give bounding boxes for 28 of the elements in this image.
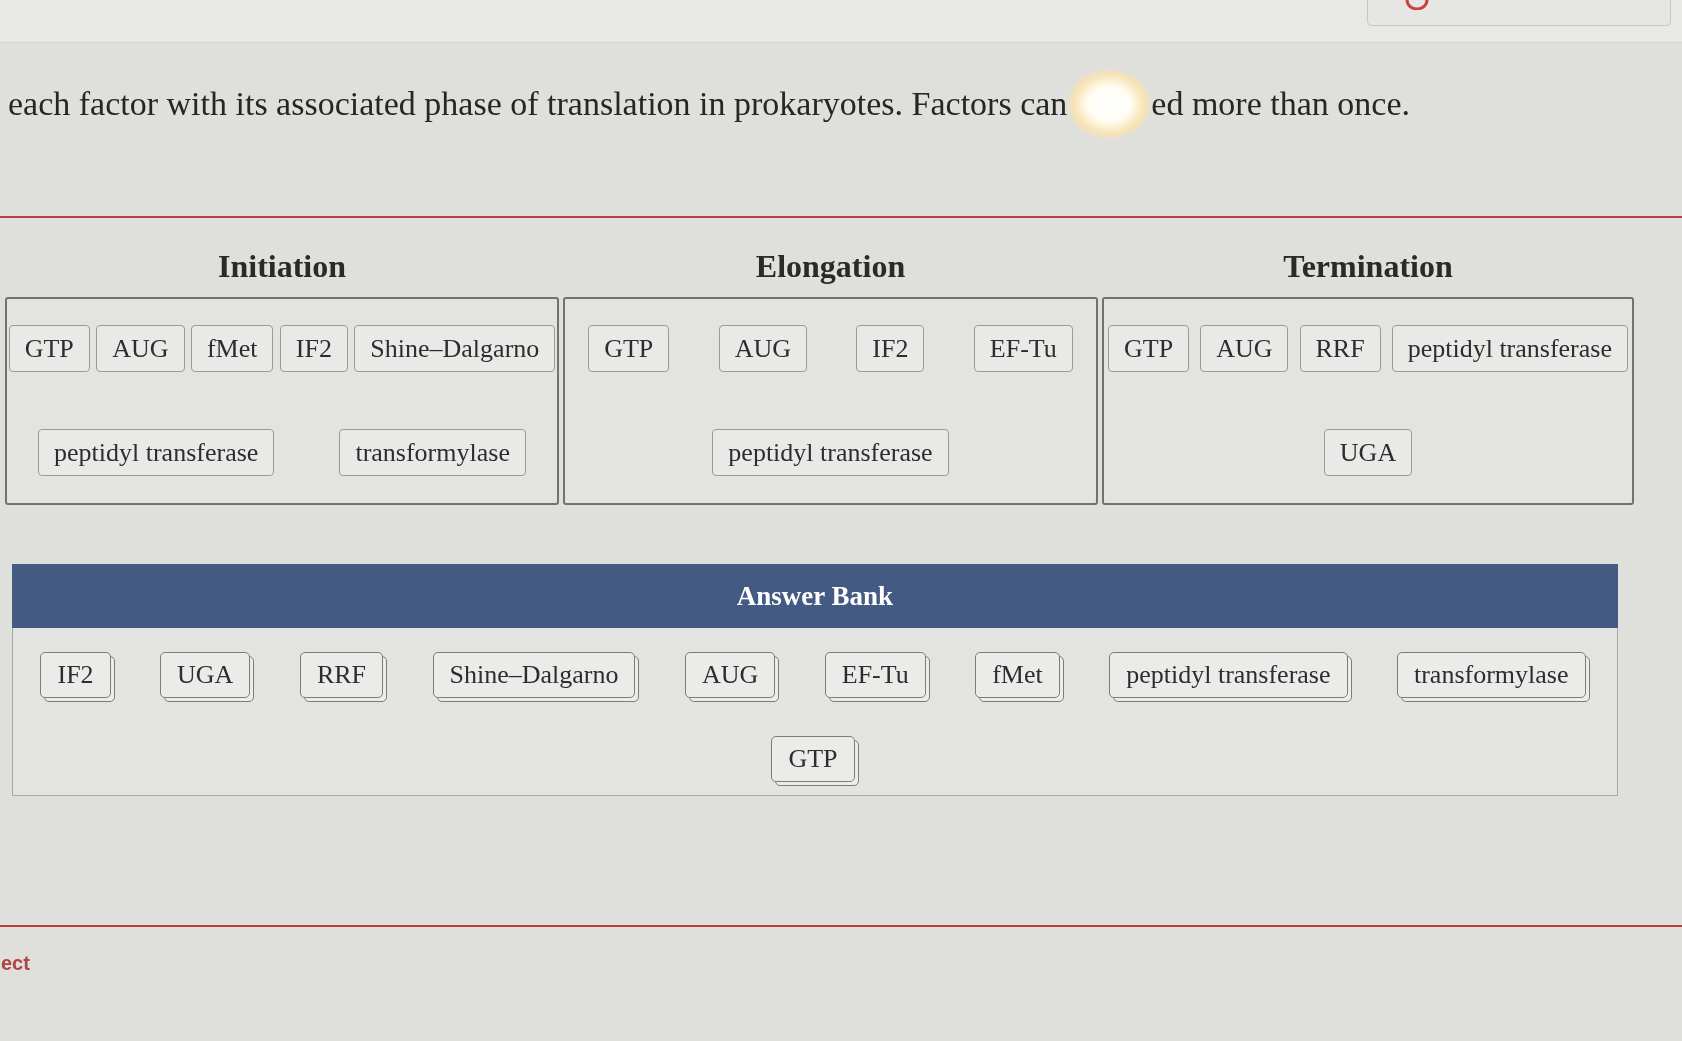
drop-zone[interactable]: GTP AUG fMet IF2 Shine–Dalgarno peptidyl transferase transformylase — [5, 297, 559, 505]
answer-tile[interactable]: UGA — [1323, 429, 1413, 476]
answer-tile[interactable]: AUG — [1200, 325, 1289, 372]
answer-tile[interactable]: GTP — [1108, 325, 1190, 372]
answer-tile[interactable]: Shine–Dalgarno — [354, 325, 556, 372]
answer-tile[interactable]: IF2 — [279, 325, 348, 372]
answer-tile[interactable]: fMet — [190, 325, 274, 372]
answer-tile[interactable]: GTP — [8, 325, 90, 372]
answer-tile[interactable]: IF2 — [856, 325, 925, 372]
drop-zone[interactable]: GTP AUG RRF peptidyl transferase UGA — [1102, 297, 1634, 505]
ring-icon — [1405, 0, 1429, 10]
answer-tile[interactable]: GTP — [588, 325, 670, 372]
answer-tile[interactable]: EF-Tu — [973, 325, 1073, 372]
answer-tile[interactable]: peptidyl transferase — [1391, 325, 1628, 372]
drop-zone[interactable]: GTP AUG IF2 EF-Tu peptidyl transferase — [563, 297, 1098, 505]
answer-tile[interactable]: peptidyl transferase — [712, 429, 949, 476]
answer-tile[interactable]: transformylase — [339, 429, 526, 476]
feedback-text: ect — [1, 951, 30, 975]
phase-heading: Initiation — [217, 247, 347, 286]
answer-tile[interactable]: RRF — [1299, 325, 1381, 372]
phase-heading: Termination — [1282, 247, 1454, 286]
instruction-text: ed more than once. — [1151, 84, 1410, 124]
answer-tile[interactable]: AUG — [718, 325, 807, 372]
instruction-text: each factor with its associated phase of translation in prokaryotes. Factors can — [8, 84, 1068, 124]
answer-bank-header: Answer Bank — [12, 564, 1618, 628]
answer-tile[interactable]: peptidyl transferase — [38, 429, 275, 476]
phase-heading: Elongation — [754, 247, 907, 286]
answer-tile[interactable]: AUG — [96, 325, 185, 372]
